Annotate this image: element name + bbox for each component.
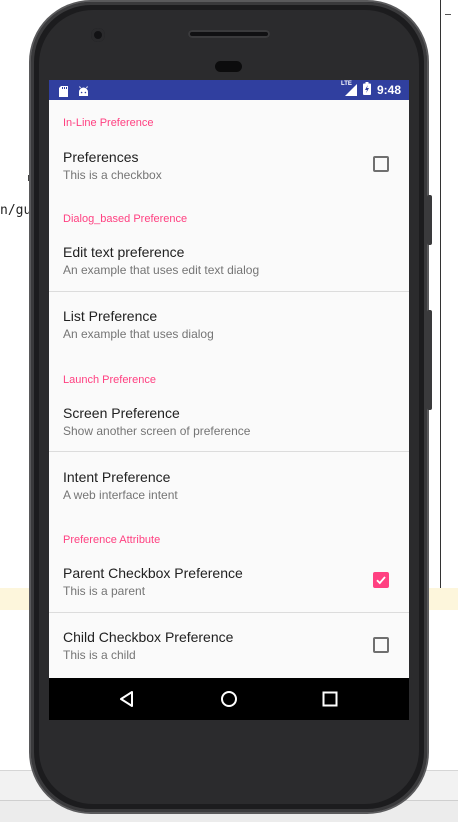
pref-summary: An example that uses dialog [63,327,214,341]
pref-item-screen[interactable]: Screen Preference Show another screen of… [49,394,409,451]
pref-summary: Show another screen of preference [63,424,251,438]
lte-signal-icon: LTE [340,81,357,96]
pref-item-intent[interactable]: Intent Preference A web interface intent [49,452,409,512]
pref-title: Screen Preference [63,405,180,421]
editor-side-panel [440,0,458,608]
editor-text-fragment: n/gu [0,203,32,218]
category-launch-preference: Launch Preference [63,374,156,386]
pref-item-parent-checkbox[interactable]: Parent Checkbox Preference This is a par… [49,554,409,611]
pref-summary: This is a child [63,648,136,662]
editor-marker [28,175,30,181]
pref-item-list[interactable]: List Preference An example that uses dia… [49,292,409,352]
pref-item-edit-text[interactable]: Edit text preference An example that use… [49,233,409,291]
battery-charging-icon [362,82,371,98]
pref-summary: This is a parent [63,584,146,598]
category-preference-attribute: Preference Attribute [63,534,161,546]
home-icon[interactable] [219,689,239,709]
pref-title: Parent Checkbox Preference [63,565,243,581]
category-dialog-based-preference: Dialog_based Preference [63,213,188,225]
status-time: 9:48 [376,83,401,97]
pref-title: Intent Preference [63,469,171,485]
front-camera-icon [91,28,105,42]
device-screen: LTE 9:48 In-Line Preference Preferences … [49,80,409,720]
preference-list: In-Line Preference Preferences This is a… [49,100,409,678]
power-button[interactable] [427,195,432,245]
lte-label: LTE [340,81,352,87]
pref-title: Preferences [63,149,139,165]
checkbox-child[interactable] [373,637,389,653]
proximity-sensor [215,61,242,72]
back-icon[interactable] [117,689,137,709]
checkbox-preferences[interactable] [373,156,389,172]
volume-button[interactable] [427,310,432,410]
earpiece-speaker [188,30,270,38]
pref-summary: This is a checkbox [63,168,162,182]
check-mark-icon [376,576,386,585]
status-bar-system: LTE 9:48 [340,81,401,98]
status-bar: LTE 9:48 [49,80,409,100]
pref-summary: A web interface intent [63,488,178,502]
recents-icon[interactable] [320,689,340,709]
pref-title: Child Checkbox Preference [63,629,234,645]
pref-item-child-checkbox[interactable]: Child Checkbox Preference This is a chil… [49,613,409,677]
pref-summary: An example that uses edit text dialog [63,263,260,277]
editor-side-panel-mark [445,14,451,15]
pref-title: List Preference [63,308,158,324]
checkbox-parent[interactable] [373,572,389,588]
pref-item-preferences[interactable]: Preferences This is a checkbox [49,138,409,190]
navigation-bar [49,678,409,720]
category-inline-preference: In-Line Preference [63,117,154,129]
pref-title: Edit text preference [63,244,185,260]
